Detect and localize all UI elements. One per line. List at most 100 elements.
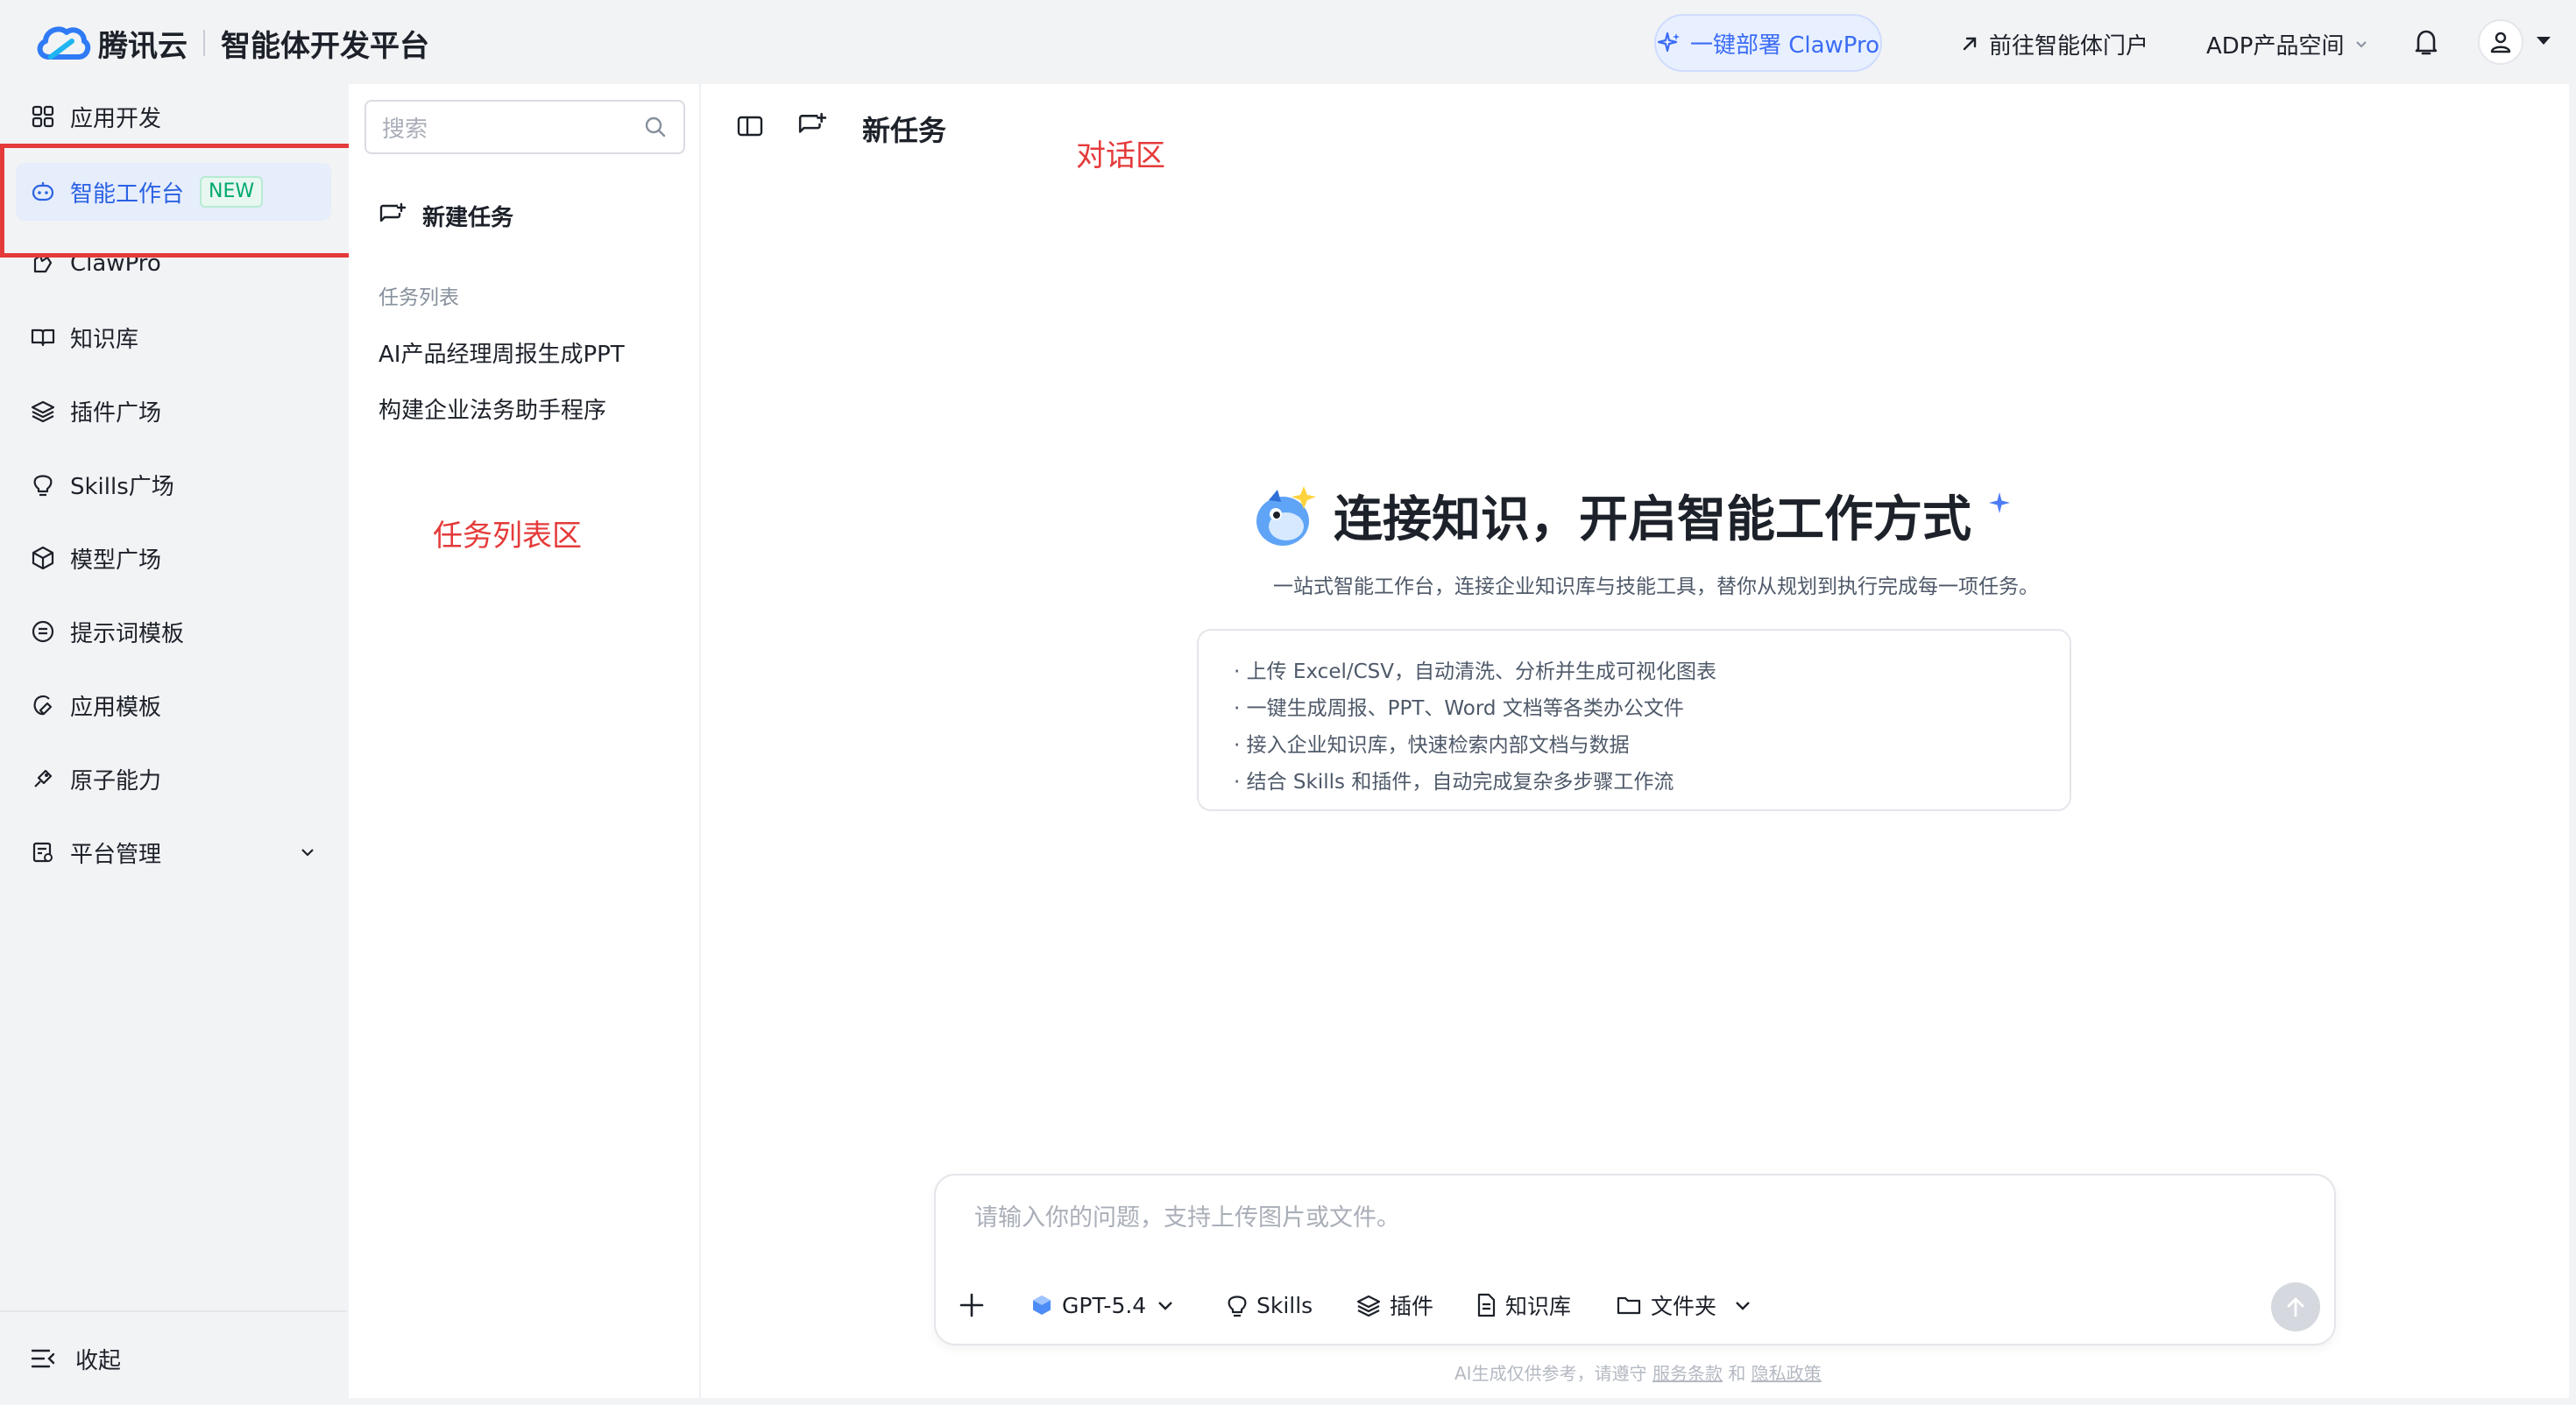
search-placeholder: 搜索	[382, 116, 428, 143]
prompt-icon	[30, 618, 56, 645]
panel-divider	[699, 84, 701, 1398]
user-menu-caret[interactable]	[2534, 33, 2553, 47]
knowledge-button[interactable]: 知识库	[1476, 1286, 1571, 1324]
terms-link[interactable]: 服务条款	[1652, 1363, 1723, 1384]
platform-name: 智能体开发平台	[221, 28, 429, 64]
plugins-button[interactable]: 插件	[1356, 1286, 1433, 1324]
bell-icon	[2415, 30, 2438, 55]
sparkle-icon	[1657, 32, 1680, 53]
privacy-link[interactable]: 隐私政策	[1752, 1363, 1822, 1384]
atom-icon	[30, 766, 56, 792]
chevron-down-icon	[1158, 1302, 1173, 1310]
folder-icon	[1617, 1296, 1641, 1315]
chevron-down-icon	[1736, 1302, 1750, 1310]
deploy-clawpro-button[interactable]: 一键部署 ClawPro	[1654, 14, 1882, 72]
sidebar-item-models[interactable]: 模型广场	[16, 529, 331, 587]
new-chat-icon	[379, 202, 407, 222]
task-list-heading: 任务列表	[379, 286, 459, 309]
collapse-label: 收起	[75, 1347, 122, 1374]
task-item[interactable]: 构建企业法务助手程序	[379, 392, 606, 425]
sidebar-item-label: 原子能力	[70, 767, 162, 794]
feature-item: · 结合 Skills 和插件，自动完成复杂多步骤工作流	[1234, 771, 1674, 794]
chevron-down-icon	[2355, 41, 2367, 48]
sidebar-item-label: 插件广场	[70, 399, 162, 427]
folder-selector[interactable]: 文件夹	[1616, 1286, 1753, 1324]
highlight-annotation-box	[0, 144, 363, 258]
skills-label: Skills	[1256, 1292, 1313, 1318]
user-icon	[2490, 32, 2511, 53]
plugins-label: 插件	[1390, 1294, 1434, 1319]
new-chat-icon	[798, 112, 827, 133]
feature-item: · 接入企业知识库，快速检索内部文档与数据	[1234, 734, 1630, 757]
sidebar-item-label: 知识库	[70, 326, 139, 353]
sparkle-icon	[1989, 491, 2010, 513]
mascot-icon	[1256, 485, 1316, 546]
brand-logo[interactable]: 腾讯云 智能体开发平台	[33, 19, 429, 67]
sidebar-divider	[0, 1310, 347, 1312]
disclaimer: AI生成仅供参考，请遵守 服务条款 和 隐私政策	[1454, 1359, 1822, 1385]
model-label: GPT-5.4	[1062, 1292, 1147, 1318]
hero-title: 连接知识，开启智能工作方式	[1334, 491, 1971, 548]
bulb-icon	[1228, 1296, 1247, 1317]
attach-button[interactable]	[959, 1286, 985, 1324]
hero-heading: 连接知识，开启智能工作方式	[1251, 480, 2012, 551]
sidebar-item-app-dev[interactable]: 应用开发	[16, 88, 331, 145]
sidebar-item-platform-admin[interactable]: 平台管理	[16, 823, 331, 881]
bulb-icon	[30, 471, 56, 498]
grid-icon	[30, 103, 56, 130]
sidebar-item-label: 提示词模板	[70, 620, 185, 647]
sidebar-item-label: 平台管理	[70, 841, 162, 868]
tencent-cloud-icon	[37, 26, 91, 60]
caret-down-icon	[2537, 37, 2551, 45]
page-title: 新任务	[862, 114, 947, 147]
hero-subtitle: 一站式智能工作台，连接企业知识库与技能工具，替你从规划到执行完成每一项任务。	[1273, 575, 2039, 598]
admin-icon	[30, 839, 56, 865]
sidebar-item-label: 应用模板	[70, 694, 162, 721]
feature-item: · 一键生成周报、PPT、Word 文档等各类办公文件	[1234, 697, 1684, 720]
task-item[interactable]: AI产品经理周报生成PPT	[379, 336, 625, 369]
agent-portal-link[interactable]: 前往智能体门户	[1959, 25, 2148, 63]
product-space-dropdown[interactable]: ADP产品空间	[2206, 25, 2369, 63]
folder-label: 文件夹	[1651, 1294, 1717, 1319]
sidebar-item-label: 模型广场	[70, 547, 162, 574]
arrow-up-icon	[2287, 1297, 2304, 1317]
plus-icon	[959, 1293, 984, 1317]
sidebar-item-prompts[interactable]: 提示词模板	[16, 603, 331, 660]
search-icon	[645, 116, 666, 138]
sidebar-item-plugins[interactable]: 插件广场	[16, 382, 331, 440]
model-logo-icon	[1033, 1296, 1051, 1315]
knowledge-label: 知识库	[1505, 1294, 1572, 1319]
new-task-button[interactable]: 新建任务	[379, 193, 513, 238]
send-button[interactable]	[2271, 1282, 2320, 1331]
skills-button[interactable]: Skills	[1227, 1286, 1313, 1324]
message-input[interactable]	[973, 1204, 2203, 1232]
disclaimer-and: 和	[1728, 1363, 1746, 1384]
sidebar-item-app-templates[interactable]: 应用模板	[16, 676, 331, 734]
sidebar-item-atomic[interactable]: 原子能力	[16, 750, 331, 808]
notification-button[interactable]	[2411, 26, 2441, 58]
toggle-panel-button[interactable]	[736, 114, 764, 138]
feature-card: · 上传 Excel/CSV，自动清洗、分析并生成可视化图表 · 一键生成周报、…	[1197, 629, 2071, 811]
user-avatar[interactable]	[2478, 19, 2523, 65]
book-icon	[30, 324, 56, 350]
sidebar-toggle-icon	[737, 116, 763, 137]
sidebar-item-skills[interactable]: Skills广场	[16, 455, 331, 513]
model-selector[interactable]: GPT-5.4	[1030, 1286, 1176, 1324]
sidebar-item-label: 应用开发	[70, 105, 162, 132]
collapse-sidebar-button[interactable]: 收起	[30, 1330, 121, 1387]
arrow-up-right-icon	[1963, 37, 1977, 51]
sidebar-item-knowledge[interactable]: 知识库	[16, 308, 331, 366]
layers-icon	[1356, 1295, 1381, 1317]
feature-item: · 上传 Excel/CSV，自动清洗、分析并生成可视化图表	[1234, 660, 1717, 683]
cube-icon	[30, 545, 56, 571]
disclaimer-text: AI生成仅供参考，请遵守	[1454, 1363, 1647, 1384]
chat-area-annotation: 对话区	[1076, 138, 1165, 173]
new-chat-button[interactable]	[797, 112, 827, 140]
document-icon	[1477, 1293, 1496, 1317]
portal-label: 前往智能体门户	[1989, 32, 2149, 60]
chevron-down-icon	[301, 849, 314, 857]
brand-name: 腾讯云	[98, 28, 188, 64]
new-task-label: 新建任务	[422, 204, 514, 231]
deploy-label: 一键部署 ClawPro	[1689, 32, 1880, 59]
task-search-input[interactable]: 搜索	[364, 100, 685, 154]
